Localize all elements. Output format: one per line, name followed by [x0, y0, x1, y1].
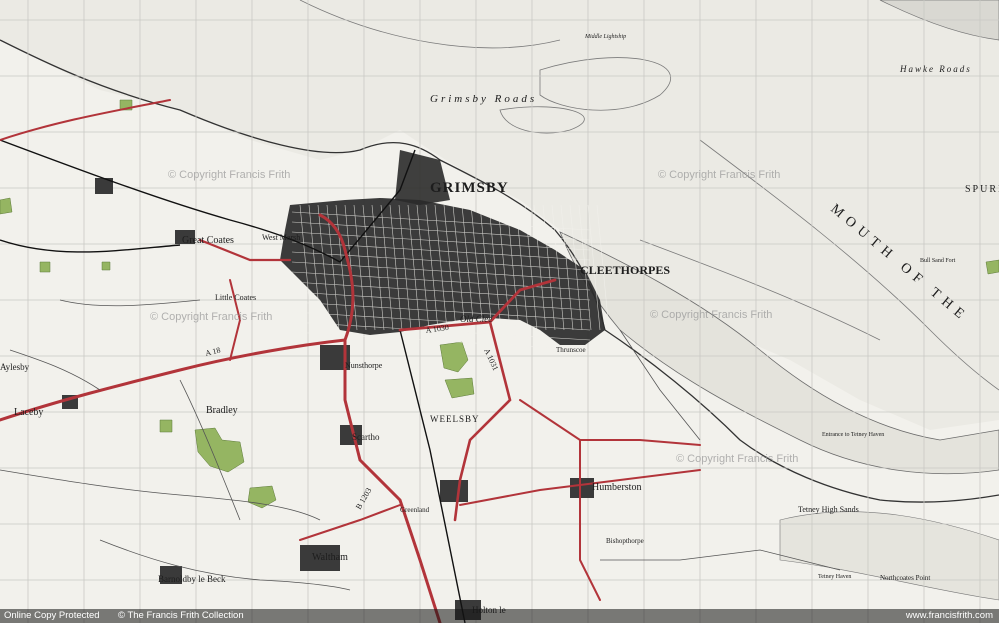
footer-middle-text: © The Francis Frith Collection: [118, 610, 244, 621]
label-hawke-roads: Hawke Roads: [899, 64, 972, 74]
label-grimsby-roads: Grimsby Roads: [430, 93, 537, 105]
label-entrance-tetney-haven: Entrance to Tetney Haven: [822, 432, 884, 438]
label-thrunscoe: Thrunscoe: [556, 346, 586, 354]
watermark: © Copyright Francis Frith: [168, 169, 290, 181]
label-west-marsh: West Marsh: [262, 233, 300, 242]
footer-left-text: Online Copy Protected: [4, 610, 100, 621]
label-little-coates: Little Coates: [215, 293, 256, 302]
label-tetney-high-sands: Tetney High Sands: [798, 505, 859, 514]
label-tetney-haven: Tetney Haven: [818, 574, 851, 580]
watermark: © Copyright Francis Frith: [658, 169, 780, 181]
label-aylesby: Aylesby: [0, 362, 30, 372]
label-bradley: Bradley: [206, 405, 238, 416]
label-bull-sand-fort: Bull Sand Fort: [920, 258, 956, 264]
label-greenland: Greenland: [400, 506, 430, 514]
label-barnoldby-le-beck: Barnoldby le Beck: [158, 574, 226, 584]
label-old-clee: Old Clee: [460, 314, 492, 324]
label-nunsthorpe: Nunsthorpe: [345, 361, 383, 370]
map-frame[interactable]: © Copyright Francis Frith © Copyright Fr…: [0, 0, 999, 623]
label-cleethorpes: CLEETHORPES: [580, 263, 670, 277]
label-grimsby: GRIMSBY: [430, 180, 509, 196]
label-great-coates: Great Coates: [182, 235, 234, 246]
label-spurn: SPURN: [965, 184, 999, 195]
watermark: © Copyright Francis Frith: [150, 311, 272, 323]
ordnance-survey-map[interactable]: © Copyright Francis Frith © Copyright Fr…: [0, 0, 999, 623]
copyright-footer: Online Copy Protected © The Francis Frit…: [0, 609, 999, 623]
label-northcoates-point: Northcoates Point: [880, 574, 930, 582]
label-humberston: Humberston: [592, 482, 641, 493]
label-waltham: Waltham: [312, 552, 348, 563]
label-laceby: Laceby: [14, 407, 43, 418]
label-middle-lightship: Middle Lightship: [584, 34, 626, 40]
label-weelsby: WEELSBY: [430, 414, 480, 424]
watermark: © Copyright Francis Frith: [650, 309, 772, 321]
label-scartho: Scartho: [352, 432, 380, 442]
watermark: © Copyright Francis Frith: [676, 453, 798, 465]
footer-right-text: www.francisfrith.com: [905, 610, 993, 621]
label-bishopthorpe: Bishopthorpe: [606, 537, 644, 545]
